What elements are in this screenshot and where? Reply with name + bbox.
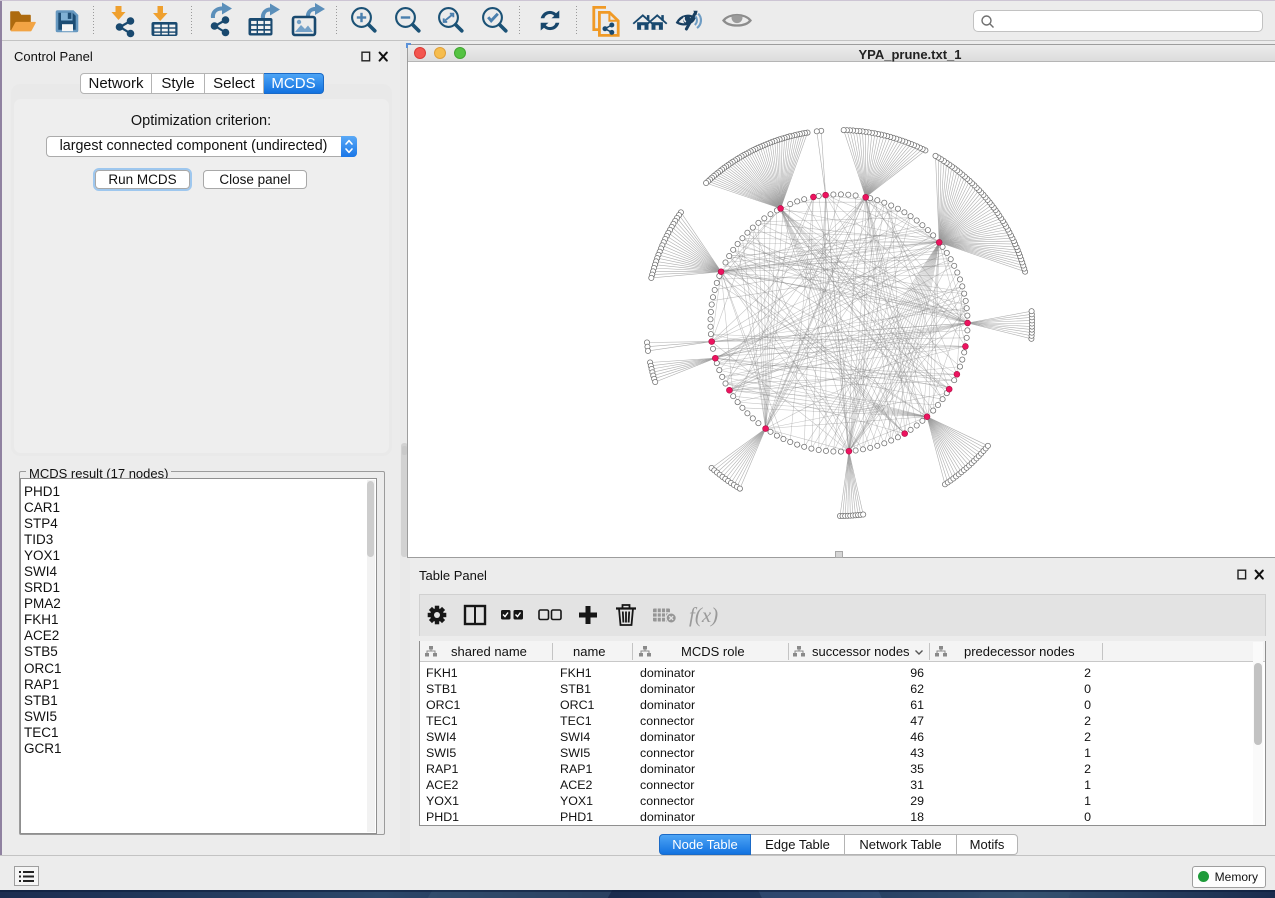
svg-text:f(x): f(x) (689, 603, 718, 627)
